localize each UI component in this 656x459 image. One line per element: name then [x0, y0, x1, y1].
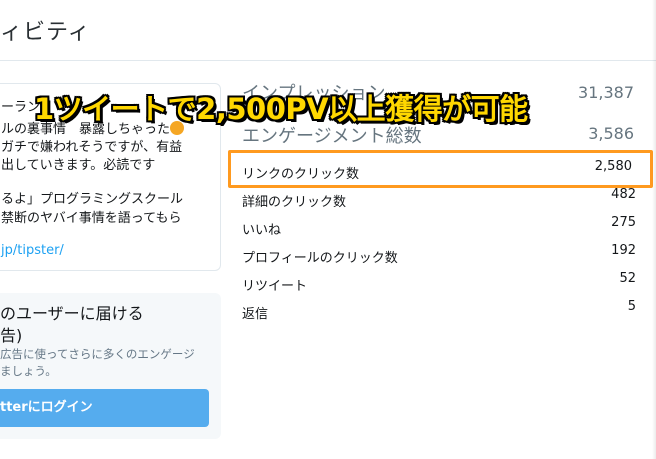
stat-row-detail-expands: 詳細のクリック数 482: [242, 187, 636, 211]
stat-label: いいね: [242, 223, 282, 238]
stat-label: プロフィールのクリック数: [242, 251, 398, 266]
header-divider: [0, 60, 656, 61]
engagements-value: 3,586: [588, 124, 634, 143]
stat-label: 返信: [242, 307, 269, 322]
stat-row-retweets: リツイート 52: [242, 271, 636, 295]
impressions-value: 31,387: [578, 83, 634, 102]
stat-value: 5: [627, 299, 636, 314]
promote-title-line: のユーザーに届ける: [0, 304, 144, 323]
twitter-login-button[interactable]: tterにログイン: [0, 389, 209, 427]
overlay-banner: 1ツイートで2,500PV以上獲得が可能: [34, 92, 528, 126]
stat-row-link-clicks: リンクのクリック数 2,580: [242, 159, 636, 183]
stat-row-likes: いいね 275: [242, 215, 636, 239]
tweet-text-line: ガチで嫌われそうですが、有益: [1, 140, 183, 155]
stat-value: 2,580: [594, 159, 632, 174]
promote-description: 広告に使ってさらに多くのエンゲージ ましょう。: [0, 346, 195, 380]
promote-card: のユーザーに届ける 告) 広告に使ってさらに多くのエンゲージ ましょう。 tte…: [0, 293, 221, 439]
stat-value: 192: [611, 243, 636, 258]
stat-label: リツイート: [242, 279, 308, 294]
promote-description-line: 広告に使ってさらに多くのエンゲージ: [0, 347, 195, 361]
tweet-text-line: 禁断のヤバイ事情を語ってもら: [1, 211, 182, 226]
promote-description-line: ましょう。: [0, 364, 57, 378]
tweet-link[interactable]: jp/tipster/: [1, 243, 64, 258]
tweet-text-line: るよ」プログラミングスクール: [1, 192, 184, 207]
promote-title-line: 告): [0, 326, 23, 345]
stat-row-replies: 返信 5: [242, 299, 636, 323]
edge-shadow: [652, 0, 656, 459]
stat-label: 詳細のクリック数: [242, 195, 347, 210]
promote-title: のユーザーに届ける 告): [0, 303, 144, 347]
tweet-text-line: 出していきます。必読です: [1, 158, 156, 173]
stat-value: 482: [611, 187, 636, 202]
stat-label: リンクのクリック数: [242, 167, 360, 182]
stat-value: 52: [619, 271, 636, 286]
page-title: ィビティ: [0, 20, 91, 45]
stat-value: 275: [611, 215, 636, 230]
stat-row-profile-clicks: プロフィールのクリック数 192: [242, 243, 636, 267]
